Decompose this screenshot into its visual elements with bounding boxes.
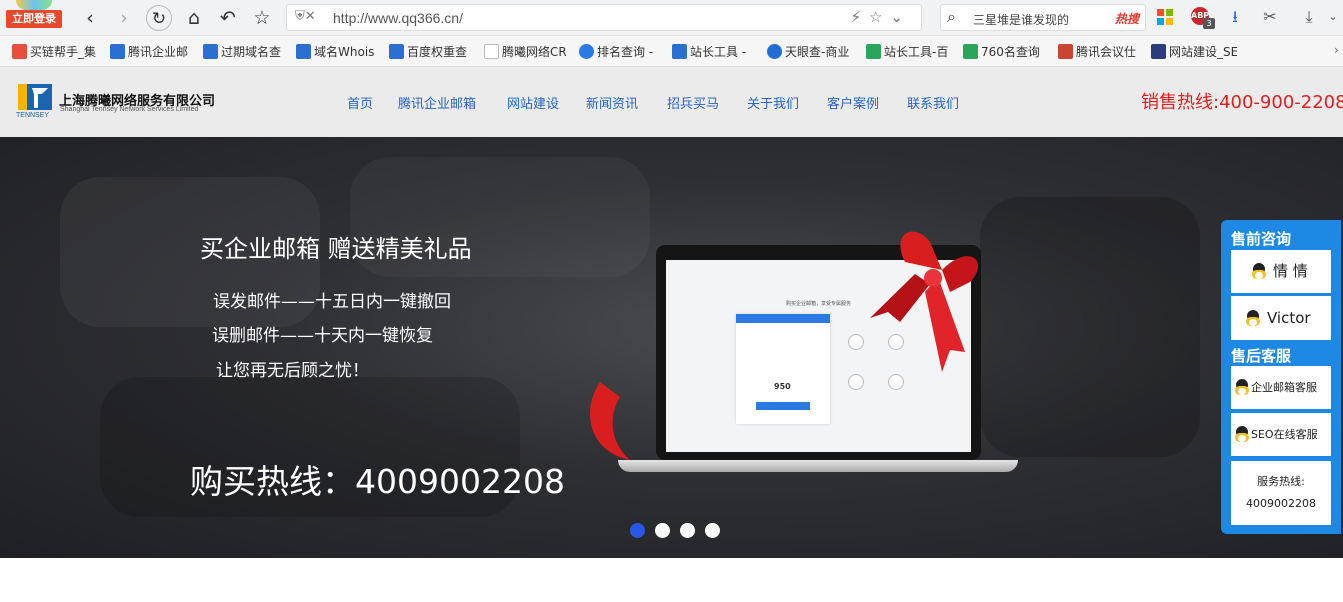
bookmark-item[interactable]: 买链帮手_集 xyxy=(12,43,98,61)
presale-agent-2[interactable]: Victor xyxy=(1231,296,1331,340)
bookmark-favicon-icon xyxy=(963,44,978,59)
customer-service-panel: 售前咨询 情 情 Victor 售后客服 企业邮箱客服 SEO在线客服 服务热线… xyxy=(1221,220,1341,534)
bookmark-item[interactable]: 腾曦网络CR xyxy=(484,43,566,61)
bookmark-favicon-icon xyxy=(12,44,27,59)
banner-title: 买企业邮箱 赠送精美礼品 xyxy=(200,235,472,263)
bookmark-item[interactable]: 域名Whois xyxy=(296,43,376,61)
address-bar[interactable]: ⛨✕ http://www.qq366.cn/ ⚡☆⌄ xyxy=(286,4,922,31)
nav-item-jobs[interactable]: 招兵买马 xyxy=(667,93,719,112)
url-text[interactable]: http://www.qq366.cn/ xyxy=(333,10,463,26)
bookmark-item[interactable]: 天眼查-商业 xyxy=(767,43,853,61)
bookmarks-overflow-icon[interactable]: › xyxy=(1334,43,1343,61)
reload-icon[interactable]: ↻ xyxy=(146,5,172,31)
carousel-dot-4[interactable] xyxy=(705,523,720,538)
shield-icon: ⛨✕ xyxy=(295,9,316,24)
nav-item-contact[interactable]: 联系我们 xyxy=(907,93,959,112)
save-down-icon[interactable]: ⤓ xyxy=(1298,6,1320,28)
download-icon[interactable]: ⭳ xyxy=(1224,6,1246,28)
carousel-dot-1[interactable] xyxy=(630,523,645,538)
qq-icon xyxy=(1245,309,1261,328)
aftersale-mail-service[interactable]: 企业邮箱客服 xyxy=(1231,366,1331,409)
bookmark-item[interactable]: 760名查询 xyxy=(963,43,1045,61)
search-icon: ⌕ xyxy=(947,7,956,26)
bookmark-item[interactable]: 网站建设_SE xyxy=(1151,43,1237,61)
nav-item-cases[interactable]: 客户案例 xyxy=(827,93,879,112)
adblock-count-badge: 3 xyxy=(1203,18,1215,29)
service-hotline-number: 4009002208 xyxy=(1246,497,1316,510)
bookmark-item[interactable]: 站长工具 - xyxy=(672,43,754,61)
home-icon[interactable]: ⌂ xyxy=(181,5,207,31)
nav-item-home[interactable]: 首页 xyxy=(347,93,373,112)
sales-hotline: 销售热线:400-900-2208 xyxy=(1141,92,1343,113)
carousel-dot-2[interactable] xyxy=(655,523,670,538)
bookmark-favicon-icon xyxy=(296,44,311,59)
bookmark-favicon-icon xyxy=(767,44,782,59)
bookmark-favicon-icon xyxy=(579,44,594,59)
forward-icon[interactable]: › xyxy=(111,5,137,31)
banner-line: 让您再无后顾之忧！ xyxy=(216,361,369,381)
bookmark-item[interactable]: 排名查询 - xyxy=(579,43,659,61)
presale-title: 售前咨询 xyxy=(1231,230,1292,248)
banner-buy-hotline: 购买热线：4009002208 xyxy=(190,462,565,501)
qq-icon xyxy=(1234,379,1250,397)
bookmark-item[interactable]: 过期域名查 xyxy=(203,43,283,61)
qq-icon xyxy=(1251,262,1267,281)
qq-icon xyxy=(1234,426,1250,444)
back-icon[interactable]: ‹ xyxy=(77,5,103,31)
company-name-en: Shanghai Tennsey Network Services Limite… xyxy=(60,106,199,113)
bookmark-item[interactable]: 腾讯企业邮 xyxy=(110,43,190,61)
bookmark-star-icon[interactable]: ☆ xyxy=(249,5,275,31)
company-logo-icon[interactable] xyxy=(18,84,52,110)
service-hotline-label: 服务热线: xyxy=(1257,475,1305,488)
presale-agent-1[interactable]: 情 情 xyxy=(1231,250,1331,293)
bookmark-favicon-icon xyxy=(1058,44,1073,59)
nav-item-web-build[interactable]: 网站建设 xyxy=(507,93,559,112)
service-hotline-box: 服务热线: 4009002208 xyxy=(1231,461,1331,525)
bookmark-favicon-icon xyxy=(672,44,687,59)
bookmark-favicon-icon xyxy=(110,44,125,59)
carousel-dot-3[interactable] xyxy=(680,523,695,538)
address-actions-icons[interactable]: ⚡☆⌄ xyxy=(850,8,911,26)
scissors-icon[interactable]: ✂⌄ xyxy=(1259,6,1281,48)
gift-ribbon-icon xyxy=(590,231,979,460)
bookmark-item[interactable]: 百度权重查 xyxy=(389,43,469,61)
undo-close-icon[interactable]: ↶ xyxy=(215,5,241,31)
bookmark-item[interactable]: 站长工具-百 xyxy=(866,43,950,61)
login-button[interactable]: 立即登录 xyxy=(6,10,62,28)
bookmark-favicon-icon xyxy=(203,44,218,59)
aftersale-title: 售后客服 xyxy=(1231,347,1292,365)
banner-line: 误删邮件——十天内一键恢复 xyxy=(212,326,433,346)
nav-item-tencent-mail[interactable]: 腾讯企业邮箱 xyxy=(398,93,476,112)
apps-grid-icon[interactable] xyxy=(1157,9,1173,25)
bookmark-favicon-icon xyxy=(866,44,881,59)
bookmark-favicon-icon xyxy=(389,44,404,59)
browser-toolbar: 立即登录 ‹ › ↻ ⌂ ↶ ☆ ⛨✕ http://www.qq366.cn/… xyxy=(0,0,1343,48)
bookmark-favicon-icon xyxy=(1151,44,1166,59)
avatar-icon xyxy=(16,0,52,10)
menu-chevron-icon[interactable]: ⌄ xyxy=(1322,6,1343,28)
search-query[interactable]: 三星堆是谁发现的 xyxy=(973,11,1069,28)
bookmarks-bar: 买链帮手_集 腾讯企业邮 过期域名查 域名Whois 百度权重查 腾曦网络CR … xyxy=(0,36,1343,67)
bookmark-item[interactable]: 腾讯会议仕 xyxy=(1058,43,1140,61)
search-input[interactable]: ⌕ 三星堆是谁发现的 热搜 xyxy=(940,4,1146,31)
nav-item-news[interactable]: 新闻资讯 xyxy=(586,93,638,112)
logo-subtext: TENNSEY xyxy=(16,112,50,119)
aftersale-seo-service[interactable]: SEO在线客服 xyxy=(1231,413,1331,456)
hot-search-badge[interactable]: 热搜 xyxy=(1115,10,1139,27)
bookmark-favicon-icon xyxy=(484,44,499,59)
banner-line: 误发邮件——十五日内一键撤回 xyxy=(213,292,451,312)
nav-item-about[interactable]: 关于我们 xyxy=(747,93,799,112)
